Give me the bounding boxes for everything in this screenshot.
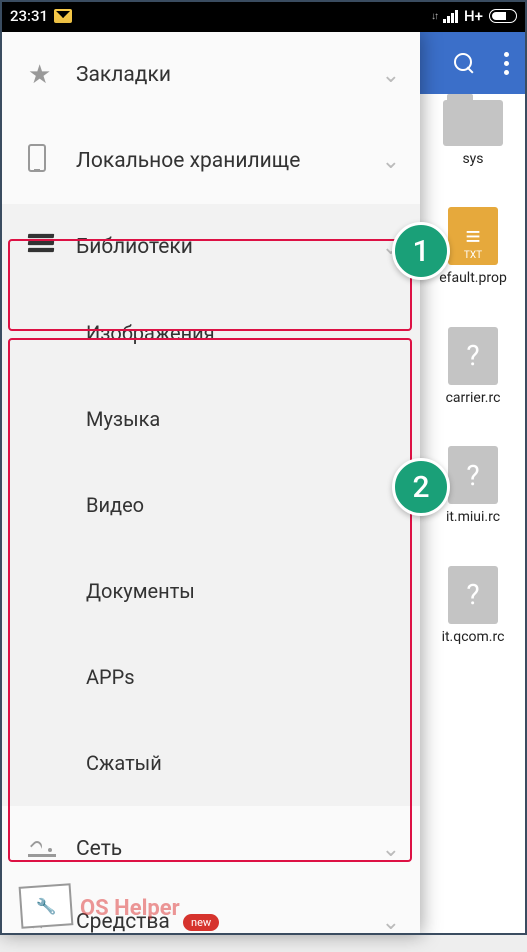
file-item[interactable]: ? it.miui.rc: [446, 446, 500, 525]
watermark-logo: 🔧: [19, 883, 74, 929]
status-time: 23:31: [10, 7, 48, 25]
file-item[interactable]: ? carrier.rc: [446, 327, 501, 406]
drawer-item-bookmarks[interactable]: Закладки ⌄: [0, 32, 420, 118]
chevron-down-icon: ⌄: [382, 910, 400, 935]
phone-icon: [28, 144, 46, 172]
annotation-box-1: [8, 239, 412, 331]
unknown-file-icon: ?: [448, 446, 498, 504]
battery-icon: [489, 9, 517, 23]
annotation-box-2: [8, 338, 412, 862]
file-label: carrier.rc: [446, 391, 501, 406]
drawer-label: Локальное хранилище: [76, 149, 382, 173]
file-label: it.miui.rc: [446, 510, 500, 525]
watermark-text: OS Helper: [80, 896, 180, 921]
annotation-marker-1: 1: [392, 222, 450, 280]
star-icon: [28, 65, 51, 89]
new-badge: new: [183, 914, 219, 931]
data-activity-icon: ↓↑: [431, 11, 437, 22]
file-label: sys: [443, 152, 503, 167]
annotation-marker-2: 2: [392, 458, 450, 516]
status-bar: 23:31 ↓↑ H+: [0, 0, 527, 32]
chevron-down-icon: ⌄: [382, 149, 400, 174]
signal-icon: [443, 9, 458, 23]
mail-notification-icon: [54, 9, 72, 23]
network-type: H+: [464, 7, 483, 25]
device-root: 23:31 ↓↑ H+ sys TXT efault.prop ? carrie…: [0, 0, 527, 935]
file-label: efault.prop: [439, 271, 507, 286]
file-grid: sys TXT efault.prop ? carrier.rc ? it.mi…: [423, 100, 523, 685]
file-label: it.qcom.rc: [442, 630, 505, 645]
overflow-menu-icon[interactable]: [504, 52, 509, 75]
unknown-file-icon: ?: [448, 327, 498, 385]
txt-file-icon: TXT: [448, 207, 498, 265]
unknown-file-icon: ?: [448, 566, 498, 624]
drawer-item-local-storage[interactable]: Локальное хранилище ⌄: [0, 118, 420, 204]
chevron-down-icon: ⌄: [382, 63, 400, 88]
folder-icon: [443, 100, 503, 146]
navigation-drawer: Закладки ⌄ Локальное хранилище ⌄ Библиот…: [0, 32, 420, 935]
search-icon[interactable]: [452, 51, 476, 75]
drawer-label: Закладки: [76, 63, 382, 87]
file-item[interactable]: ? it.qcom.rc: [442, 566, 505, 645]
file-item[interactable]: sys: [443, 100, 503, 167]
